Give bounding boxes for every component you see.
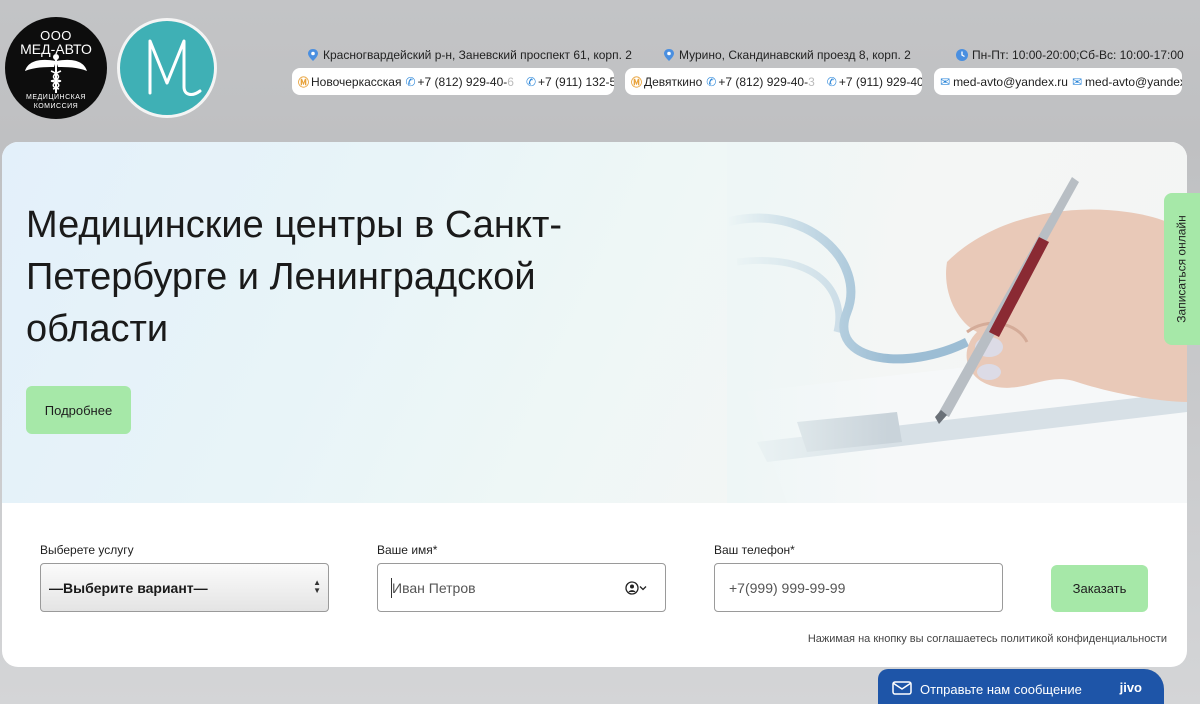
hero-card: Медицинские центры в Санкт-Петербурге и … [2,142,1187,667]
phone-icon: ✆ [525,74,537,89]
name-label: Ваше имя* [377,543,438,557]
mail-icon: ✉ [940,74,951,89]
hero-banner: Медицинские центры в Санкт-Петербурге и … [2,142,1187,503]
phone-link-4[interactable]: +7 (911) 929-40-3 [839,75,922,89]
more-button[interactable]: Подробнее [26,386,131,434]
contact-autofill-icon[interactable] [625,581,647,595]
phone-placeholder: +7(999) 999-99-99 [729,579,846,596]
name-placeholder: Иван Петров [392,579,476,596]
logo-subtitle-line1: МЕДИЦИНСКАЯ [26,94,86,101]
message-icon [892,681,912,695]
working-hours: Пн-Пт: 10:00-20:00;Сб-Вс: 10:00-17:00 [972,48,1184,62]
address-line-1: Красногвардейский р-н, Заневский проспек… [307,48,632,62]
contacts-pill-1: Ⓜ Новочеркасская ✆ +7 (812) 929-40-6 ✆ +… [292,68,614,95]
text-caret [391,578,392,598]
jivo-logo: jivo [1119,680,1142,695]
phone-link-1[interactable]: +7 (812) 929-40-6 [418,75,514,89]
phone-link-2[interactable]: +7 (911) 132-55-6 [538,75,614,89]
phone-label: Ваш телефон* [714,543,795,557]
book-online-label: Записаться онлайн [1175,215,1190,323]
address-2: Мурино, Скандинавский проезд 8, корп. 2 [679,48,911,62]
phone-icon: ✆ [405,74,416,89]
m-letter-icon [148,39,202,96]
email-pill: ✉ med-avto@yandex.ru ✉ med-avto@yandex.r… [934,68,1182,95]
address-line-2: Мурино, Скандинавский проезд 8, корп. 2 [663,48,911,62]
book-online-tab[interactable]: Записаться онлайн [1164,193,1200,345]
metro-icon: Ⓜ [298,76,309,89]
phone-icon: ✆ [706,74,717,89]
phone-icon: ✆ [826,74,837,89]
metro-station-1[interactable]: Новочеркасская [311,75,401,89]
email-link-2[interactable]: med-avto@yandex.ru [1085,75,1182,89]
phone-link-3[interactable]: +7 (812) 929-40-3 [718,75,814,89]
metro-station-2[interactable]: Девяткино [644,75,702,89]
email-link-1[interactable]: med-avto@yandex.ru [953,75,1068,89]
hero-title: Медицинские центры в Санкт-Петербурге и … [26,204,563,350]
service-selected-value: —Выберите вариант— [49,579,208,596]
caduceus-icon [25,54,87,93]
location-pin-icon [664,49,674,61]
hand-writing-illustration [727,142,1187,503]
order-button[interactable]: Заказать [1051,565,1148,612]
med-avto-logo[interactable]: ООО МЕД-АВТО МЕДИЦИНСКАЯ КОМИССИЯ [5,17,107,119]
metro-icon: Ⓜ [631,76,642,89]
contacts-pill-2: Ⓜ Девяткино ✆ +7 (812) 929-40-3 ✆ +7 (91… [625,68,922,95]
select-arrows-icon: ▲ ▼ [313,578,321,595]
privacy-policy-note[interactable]: Нажимая на кнопку вы соглашаетесь полити… [808,633,1167,645]
address-1: Красногвардейский р-н, Заневский проспек… [323,48,632,62]
service-select[interactable]: —Выберите вариант— ▲ ▼ [40,563,329,612]
chat-label: Отправьте нам сообщение [920,681,1082,697]
hours-line: Пн-Пт: 10:00-20:00;Сб-Вс: 10:00-17:00 [956,48,1184,62]
chat-widget[interactable]: Отправьте нам сообщение jivo [878,669,1164,704]
name-input[interactable]: Иван Петров [377,563,666,612]
mail-icon: ✉ [1071,74,1083,89]
phone-input[interactable]: +7(999) 999-99-99 [714,563,1003,612]
logo-subtitle-line2: КОМИССИЯ [33,103,79,110]
service-label: Выберете услугу [40,543,134,557]
m-logo[interactable] [117,18,217,118]
location-pin-icon [308,49,318,61]
clock-icon [956,49,968,61]
